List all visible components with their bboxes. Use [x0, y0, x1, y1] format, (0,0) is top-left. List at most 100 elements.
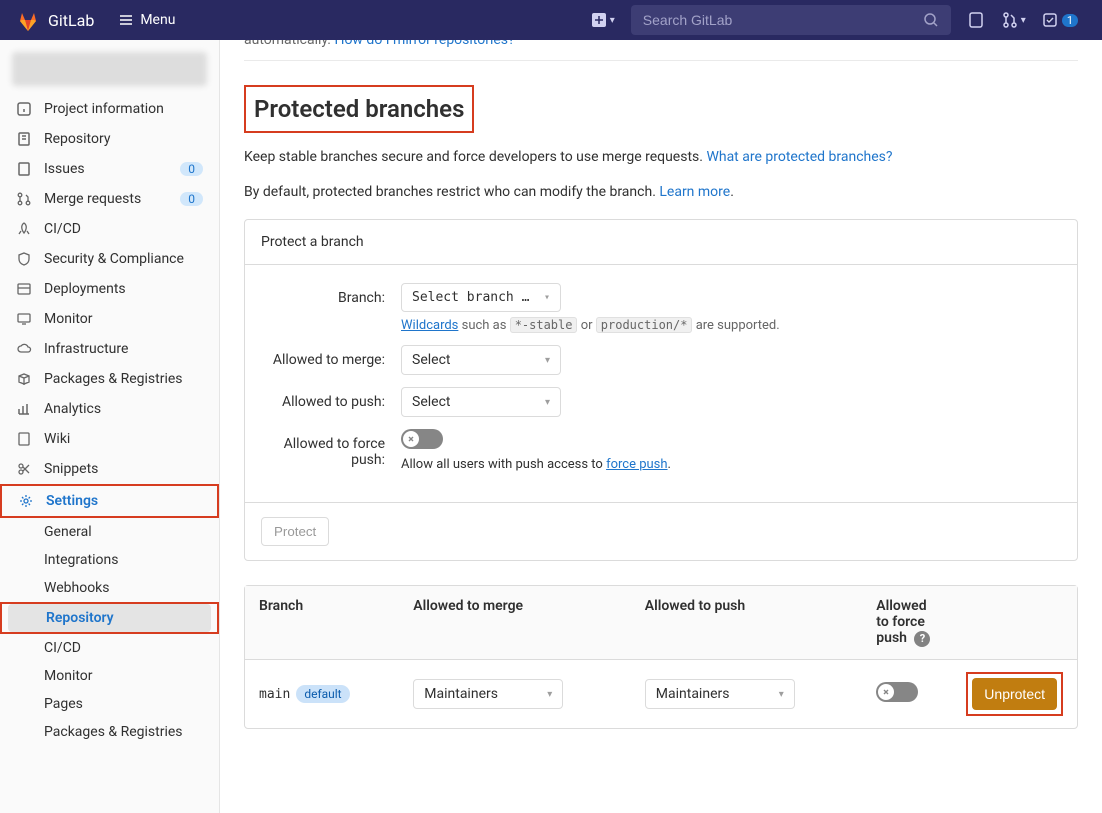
- project-header-blurred: [12, 52, 207, 86]
- chevron-down-icon: ▾: [544, 292, 550, 303]
- sidebar-item-infrastructure[interactable]: Infrastructure: [0, 334, 219, 364]
- menu-button[interactable]: Menu: [118, 12, 175, 28]
- wildcards-link[interactable]: Wildcards: [401, 318, 458, 333]
- row-merge-select[interactable]: Maintainers▾: [413, 679, 563, 709]
- sidebar-item-packages[interactable]: Packages & Registries: [0, 364, 219, 394]
- monitor-icon: [16, 311, 32, 327]
- plus-icon: [592, 13, 606, 27]
- unprotect-highlight-box: Unprotect: [966, 672, 1063, 716]
- settings-sub-webhooks[interactable]: Webhooks: [0, 574, 219, 602]
- menu-label: Menu: [140, 12, 175, 28]
- chevron-down-icon: ▾: [1021, 15, 1026, 26]
- protected-branches-table: Branch Allowed to merge Allowed to push …: [244, 585, 1078, 729]
- mirror-help-link[interactable]: How do I mirror repositories?: [334, 40, 514, 48]
- protect-branch-card: Protect a branch Branch: Select branch ……: [244, 219, 1078, 561]
- card-title: Protect a branch: [245, 220, 1077, 265]
- allowed-merge-select[interactable]: Select▾: [401, 345, 561, 375]
- settings-sub-general[interactable]: General: [0, 518, 219, 546]
- deployments-icon: [16, 281, 32, 297]
- gitlab-logo-icon: [16, 8, 40, 32]
- wildcard-hint: Wildcards such as *-stable or production…: [401, 318, 841, 333]
- package-icon: [16, 371, 32, 387]
- force-push-link[interactable]: force push: [606, 457, 667, 472]
- search-input[interactable]: [643, 12, 923, 28]
- sidebar-item-deployments[interactable]: Deployments: [0, 274, 219, 304]
- chevron-down-icon: ▾: [610, 15, 615, 26]
- truncated-previous-section: automatically. How do I mirror repositor…: [244, 40, 1078, 48]
- sidebar-item-snippets[interactable]: Snippets: [0, 454, 219, 484]
- sidebar-item-cicd[interactable]: CI/CD: [0, 214, 219, 244]
- hamburger-icon: [118, 12, 134, 28]
- force-push-toggle[interactable]: [401, 429, 443, 449]
- sidebar: Project information Repository Issues0 M…: [0, 40, 220, 813]
- learn-more-link[interactable]: Learn more: [659, 184, 730, 200]
- force-push-hint: Allow all users with push access to forc…: [401, 457, 841, 472]
- description-2: By default, protected branches restrict …: [244, 182, 1078, 203]
- issues-icon: [967, 11, 985, 29]
- repository-icon: [16, 131, 32, 147]
- allowed-push-label: Allowed to push:: [261, 387, 401, 410]
- scissors-icon: [16, 461, 32, 477]
- issues-icon: [16, 161, 32, 177]
- branch-label: Branch:: [261, 283, 401, 306]
- page-title: Protected branches: [254, 91, 464, 127]
- sidebar-item-issues[interactable]: Issues0: [0, 154, 219, 184]
- todos-shortcut[interactable]: 1: [1034, 11, 1086, 29]
- settings-sub-repository[interactable]: Repository: [8, 604, 211, 632]
- help-icon[interactable]: ?: [914, 631, 930, 647]
- x-icon: [880, 686, 892, 698]
- search-icon: [923, 12, 939, 28]
- th-merge: Allowed to merge: [399, 586, 631, 660]
- sidebar-item-analytics[interactable]: Analytics: [0, 394, 219, 424]
- sidebar-item-merge-requests[interactable]: Merge requests0: [0, 184, 219, 214]
- title-highlight-box: Protected branches: [244, 85, 474, 133]
- todo-count: 1: [1062, 14, 1078, 27]
- search-bar[interactable]: [631, 5, 951, 35]
- merge-request-icon: [1001, 11, 1019, 29]
- settings-sub-packages[interactable]: Packages & Registries: [0, 718, 219, 746]
- shield-icon: [16, 251, 32, 267]
- row-push-select[interactable]: Maintainers▾: [645, 679, 795, 709]
- th-branch: Branch: [245, 586, 399, 660]
- topbar: GitLab Menu ▾ ▾ 1: [0, 0, 1102, 40]
- gear-icon: [18, 493, 34, 509]
- issues-shortcut[interactable]: [959, 11, 993, 29]
- what-are-link[interactable]: What are protected branches?: [706, 149, 892, 165]
- sidebar-item-repository[interactable]: Repository: [0, 124, 219, 154]
- branch-name: main: [259, 687, 290, 702]
- unprotect-button[interactable]: Unprotect: [972, 678, 1057, 710]
- merge-request-icon: [16, 191, 32, 207]
- cloud-icon: [16, 341, 32, 357]
- merge-requests-shortcut[interactable]: ▾: [993, 11, 1034, 29]
- th-push: Allowed to push: [631, 586, 863, 660]
- sidebar-item-settings[interactable]: Settings: [0, 484, 219, 518]
- sidebar-item-monitor[interactable]: Monitor: [0, 304, 219, 334]
- todo-icon: [1042, 11, 1060, 29]
- main-content: automatically. How do I mirror repositor…: [220, 40, 1102, 813]
- chevron-down-icon: ▾: [545, 355, 550, 366]
- row-force-push-toggle[interactable]: [876, 682, 918, 702]
- sidebar-item-project-info[interactable]: Project information: [0, 94, 219, 124]
- th-force: Allowed to force push ?: [862, 586, 952, 660]
- default-tag: default: [296, 685, 349, 703]
- sidebar-item-wiki[interactable]: Wiki: [0, 424, 219, 454]
- protect-button[interactable]: Protect: [261, 517, 329, 546]
- branch-select[interactable]: Select branch …▾: [401, 283, 561, 312]
- x-icon: [405, 433, 417, 445]
- settings-sub-pages[interactable]: Pages: [0, 690, 219, 718]
- settings-sub-monitor[interactable]: Monitor: [0, 662, 219, 690]
- allowed-force-push-label: Allowed to force push:: [261, 429, 401, 468]
- sidebar-item-security[interactable]: Security & Compliance: [0, 244, 219, 274]
- rocket-icon: [16, 221, 32, 237]
- settings-sub-cicd[interactable]: CI/CD: [0, 634, 219, 662]
- description-1: Keep stable branches secure and force de…: [244, 147, 1078, 168]
- settings-sub-integrations[interactable]: Integrations: [0, 546, 219, 574]
- info-icon: [16, 101, 32, 117]
- table-row: main default Maintainers▾ Maintainers▾ Un…: [245, 660, 1077, 728]
- book-icon: [16, 431, 32, 447]
- allowed-push-select[interactable]: Select▾: [401, 387, 561, 417]
- create-new-button[interactable]: ▾: [584, 13, 623, 27]
- brand-name: GitLab: [48, 11, 94, 30]
- chevron-down-icon: ▾: [547, 689, 552, 700]
- chart-icon: [16, 401, 32, 417]
